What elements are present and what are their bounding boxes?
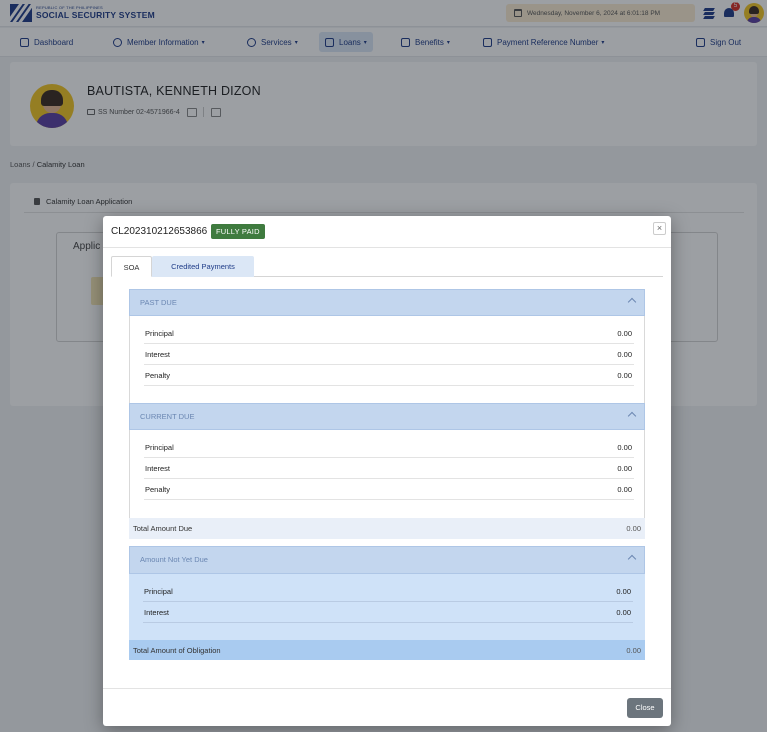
- tab-soa[interactable]: SOA: [111, 256, 152, 277]
- past-due-title: PAST DUE: [140, 298, 177, 307]
- chevron-up-icon: [627, 411, 637, 421]
- modal-tabs: SOA Credited Payments: [111, 256, 663, 277]
- current-due-body: Principal 0.00 Interest 0.00 Penalty 0.00: [129, 430, 645, 518]
- tab-credited-payments[interactable]: Credited Payments: [152, 256, 254, 277]
- amount-not-yet-due-body: Principal 0.00 Interest 0.00: [129, 574, 645, 640]
- total-amount-of-obligation-row: Total Amount of Obligation 0.00: [129, 640, 645, 660]
- current-due-penalty-row: Penalty 0.00: [144, 479, 634, 500]
- not-yet-due-interest-row: Interest 0.00: [143, 602, 633, 623]
- status-badge: FULLY PAID: [211, 224, 265, 239]
- loan-id: CL202310212653866: [111, 226, 208, 237]
- current-due-header[interactable]: CURRENT DUE: [129, 403, 645, 430]
- modal-header: CL202310212653866 FULLY PAID ×: [103, 216, 671, 248]
- chevron-up-icon: [627, 297, 637, 307]
- chevron-up-icon: [627, 554, 637, 564]
- loan-details-modal: CL202310212653866 FULLY PAID × SOA Credi…: [103, 216, 671, 726]
- modal-footer-divider: [103, 688, 671, 689]
- amount-not-yet-due-header[interactable]: Amount Not Yet Due: [129, 546, 645, 574]
- current-due-principal-row: Principal 0.00: [144, 437, 634, 458]
- close-button[interactable]: Close: [627, 698, 663, 718]
- close-icon[interactable]: ×: [653, 222, 666, 235]
- past-due-principal-row: Principal 0.00: [144, 323, 634, 344]
- not-yet-due-principal-row: Principal 0.00: [143, 581, 633, 602]
- amount-not-yet-due-title: Amount Not Yet Due: [140, 555, 208, 564]
- past-due-penalty-row: Penalty 0.00: [144, 365, 634, 386]
- past-due-header[interactable]: PAST DUE: [129, 289, 645, 316]
- total-amount-due-value: 0.00: [626, 524, 641, 533]
- past-due-body: Principal 0.00 Interest 0.00 Penalty 0.00: [129, 316, 645, 403]
- total-obligation-value: 0.00: [626, 646, 641, 655]
- total-amount-due-row: Total Amount Due 0.00: [129, 518, 645, 539]
- current-due-title: CURRENT DUE: [140, 412, 195, 421]
- soa-content: PAST DUE Principal 0.00 Interest 0.00 Pena…: [129, 289, 645, 661]
- current-due-interest-row: Interest 0.00: [144, 458, 634, 479]
- past-due-interest-row: Interest 0.00: [144, 344, 634, 365]
